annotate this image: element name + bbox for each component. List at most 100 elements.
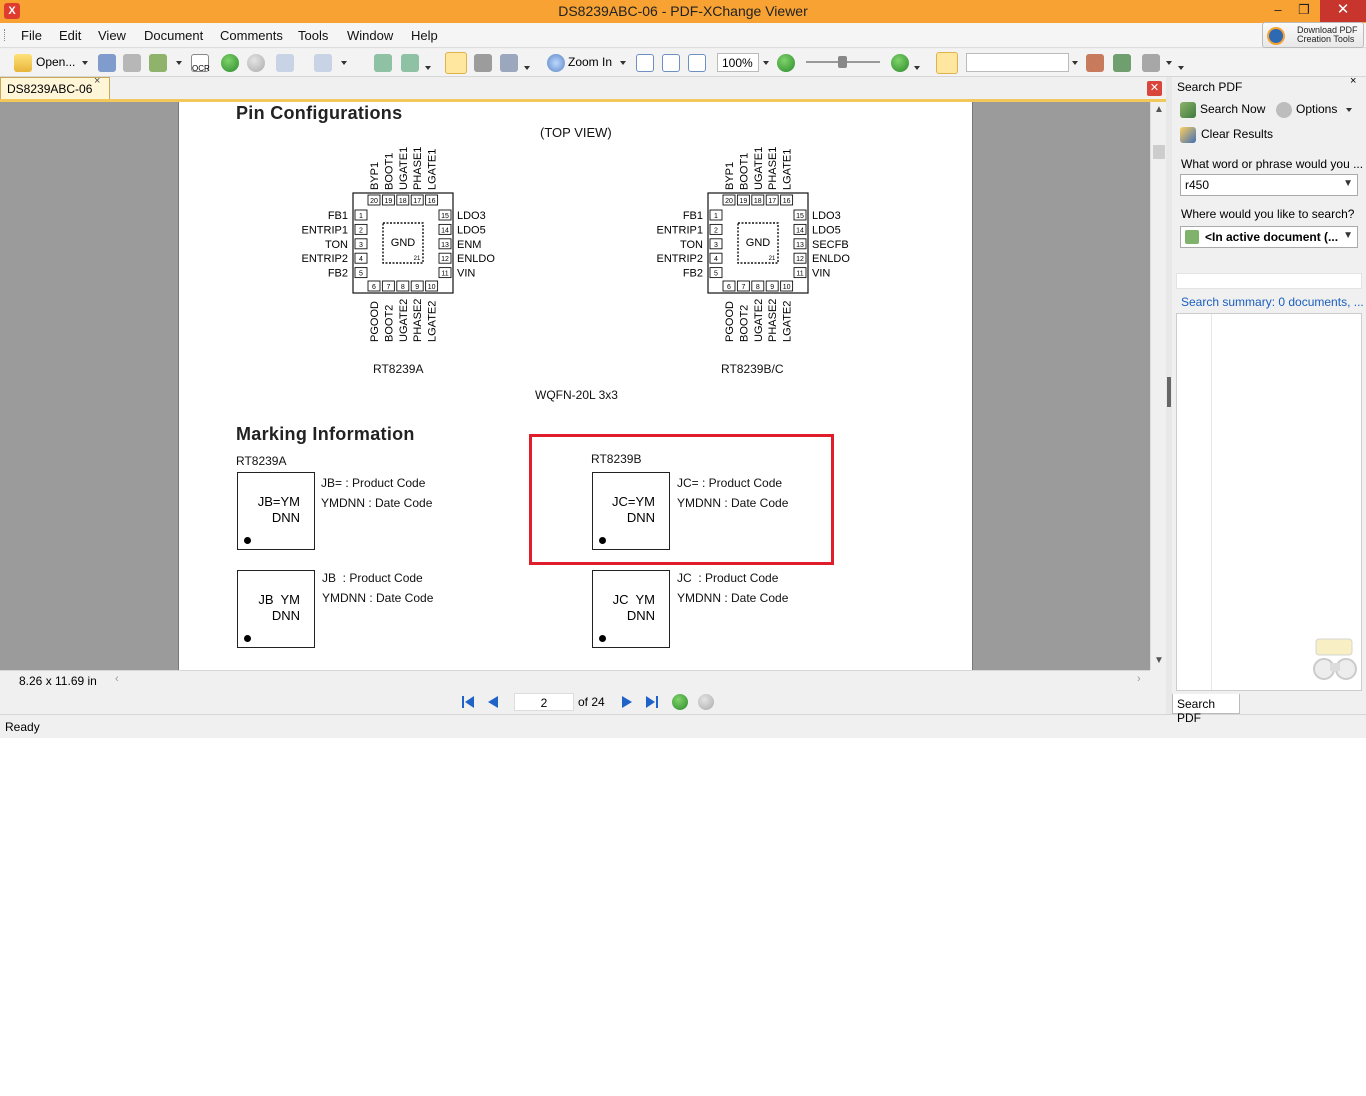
zoom-in-label[interactable]: Zoom In [568,55,612,75]
back-icon[interactable] [221,54,239,72]
last-page-icon[interactable] [644,694,660,710]
menu-help[interactable]: Help [411,28,438,43]
search-pdf-tab[interactable]: Search PDF [1172,694,1240,725]
toolbar-search-input[interactable] [966,53,1069,72]
document-view[interactable]: GND 21 20 BYP1 6 PGOOD 19 BOOT1 7 BOOT2 18 UGATE1 8 U… [0,102,1150,670]
fit-width-icon[interactable] [688,54,706,72]
open-folder-icon[interactable] [14,54,32,72]
menu-window[interactable]: Window [347,28,393,43]
find-options-dropdown-icon[interactable] [1166,61,1172,65]
zoom-level-input[interactable]: 100% [717,53,759,72]
fit-page-icon[interactable] [662,54,680,72]
first-page-icon[interactable] [460,694,476,710]
ocr-icon[interactable]: OCR [191,54,210,73]
email-icon[interactable] [149,54,167,72]
options-icon[interactable] [1276,102,1292,118]
restore-button[interactable]: ❐ [1290,0,1318,22]
scroll-thumb[interactable] [1153,145,1165,159]
search-phrase-input[interactable]: r450 ▼ [1180,174,1358,196]
select-dropdown-icon[interactable] [524,66,530,70]
horizontal-scrollbar[interactable]: 8.26 x 11.69 in ‹ › [0,670,1150,690]
find-next-icon[interactable] [1113,54,1131,72]
scroll-up-icon[interactable]: ▲ [1154,104,1164,115]
search-now-button[interactable]: Search Now [1200,102,1265,116]
binoculars-watermark-icon [1313,638,1357,680]
pin-number: 11 [796,271,803,278]
zoom-plus-dropdown-icon[interactable] [914,66,920,70]
toolbar-overflow-icon[interactable] [1178,66,1184,70]
zoom-slider-thumb[interactable] [838,56,847,68]
find-binoculars-icon[interactable] [936,52,958,74]
hand-tool-icon[interactable] [445,52,467,74]
menu-bar: File Edit View Document Comments Tools W… [0,23,1366,48]
email-dropdown-icon[interactable] [176,61,182,65]
page-count-label: of 24 [578,695,605,709]
download-creation-tools-button[interactable]: Download PDF Creation Tools [1262,22,1364,48]
pin-number: 13 [441,242,449,249]
clear-results-button[interactable]: Clear Results [1201,127,1273,141]
pin-number: 12 [796,256,804,263]
menu-comments[interactable]: Comments [220,28,283,43]
find-previous-icon[interactable] [1086,54,1104,72]
previous-view-icon[interactable] [672,694,688,710]
print-icon[interactable] [123,54,141,72]
redo-dropdown-icon[interactable] [341,61,347,65]
vertical-scrollbar[interactable]: ▲ ▼ [1150,102,1166,670]
menu-edit[interactable]: Edit [59,28,81,43]
next-page-icon[interactable] [619,694,635,710]
layout-dropdown-icon[interactable] [425,66,431,70]
zoom-level-dropdown-icon[interactable] [763,61,769,65]
mark-line1: JB YM [258,592,300,607]
menu-tools[interactable]: Tools [298,28,328,43]
mark-line2: DNN [626,608,655,623]
search-now-icon[interactable] [1180,102,1196,118]
actual-size-icon[interactable] [636,54,654,72]
search-results-list[interactable] [1176,313,1362,691]
pin-label: LDO3 [457,210,486,222]
zoom-in-circle-icon[interactable] [891,54,909,72]
toolbar-search-dropdown-icon[interactable] [1072,61,1078,65]
zoom-in-icon[interactable] [547,54,565,72]
previous-page-icon[interactable] [485,694,501,710]
close-button[interactable]: ✕ [1320,0,1366,22]
splitter-handle[interactable] [1167,377,1171,407]
search-phrase-value: r450 [1185,178,1210,192]
forward-icon[interactable] [247,54,265,72]
menu-file[interactable]: File [21,28,42,43]
clear-results-icon[interactable] [1180,127,1196,143]
scroll-down-icon[interactable]: ▼ [1154,655,1164,666]
zoom-dropdown-icon[interactable] [620,61,626,65]
close-document-icon[interactable]: ✕ [1147,81,1162,96]
options-dropdown-icon[interactable] [1346,108,1352,112]
rotate-icon[interactable] [374,54,392,72]
select-text-icon[interactable] [500,54,518,72]
search-panel-close-icon[interactable]: × [1350,75,1356,87]
search-location-select[interactable]: <In active document (... ▼ [1180,226,1358,248]
next-view-icon[interactable] [698,694,714,710]
zoom-out-circle-icon[interactable] [777,54,795,72]
search-summary-link[interactable]: Search summary: 0 documents, ... [1181,295,1364,309]
menu-view[interactable]: View [98,28,126,43]
pin-label: BOOT1 [383,153,395,190]
minimize-button[interactable]: – [1264,0,1292,22]
options-button[interactable]: Options [1296,102,1337,116]
pin-number: 20 [725,198,733,205]
find-options-icon[interactable] [1142,54,1160,72]
save-icon[interactable] [98,54,116,72]
redo-icon[interactable] [314,54,332,72]
page-number-input[interactable]: 2 [514,693,574,711]
menu-document[interactable]: Document [144,28,203,43]
scroll-right-icon[interactable]: › [1137,673,1141,685]
undo-icon[interactable] [276,54,294,72]
scroll-left-icon[interactable]: ‹ [115,673,119,685]
snapshot-icon[interactable] [474,54,492,72]
page-layout-icon[interactable] [401,54,419,72]
chevron-down-icon[interactable]: ▼ [1343,178,1353,189]
chevron-down-icon[interactable]: ▼ [1343,230,1353,241]
pin-number: 18 [754,198,762,205]
pin-label: UGATE2 [398,299,410,342]
open-dropdown-icon[interactable] [82,61,88,65]
open-button-label[interactable]: Open... [36,55,75,75]
pin1-dot [599,635,606,642]
tab-close-icon[interactable]: × [94,75,100,87]
